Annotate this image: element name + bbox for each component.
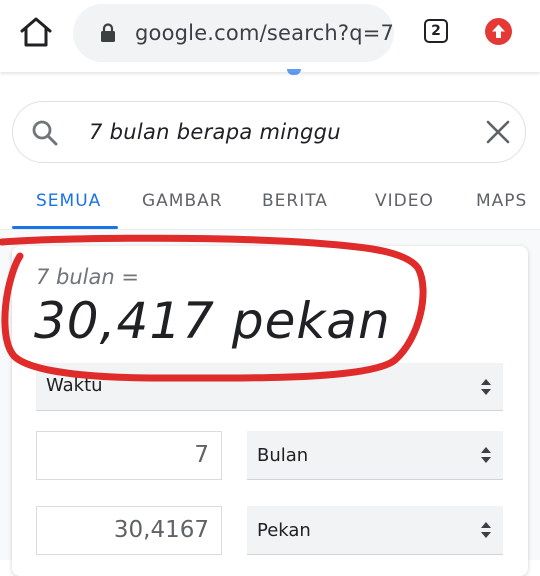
lock-icon [101,23,115,42]
updown-chevron-icon [481,379,491,395]
updown-chevron-icon [481,447,491,463]
search-input[interactable]: 7 bulan berapa minggu [89,120,341,144]
from-unit-select[interactable]: Bulan [247,431,503,480]
from-unit-label: Bulan [257,445,309,466]
address-bar[interactable]: google.com/search?q=7+ [73,4,394,62]
to-value[interactable]: 30,4167 [114,517,209,543]
update-arrow-icon[interactable] [485,18,512,45]
to-value-input[interactable]: 30,4167 [36,506,222,555]
browser-toolbar: google.com/search?q=7+ 2 [0,0,540,72]
home-icon[interactable] [18,14,54,50]
search-icon[interactable] [31,119,59,147]
tab-maps[interactable]: MAPS [476,191,527,211]
clear-icon[interactable] [485,119,511,145]
from-value-input[interactable]: 7 [36,431,222,480]
from-value[interactable]: 7 [194,442,209,468]
tab-gambar[interactable]: GAMBAR [142,191,223,211]
red-circle-annotation [0,234,427,382]
tab-semua[interactable]: SEMUA [36,191,101,211]
tab-video[interactable]: VIDEO [375,191,434,211]
updown-chevron-icon [481,522,491,538]
url-text[interactable]: google.com/search?q=7+ [135,21,394,45]
tab-berita[interactable]: BERITA [262,191,328,211]
to-unit-label: Pekan [257,520,311,541]
page-load-indicator [287,69,301,75]
tab-switcher-icon[interactable]: 2 [424,19,448,43]
search-box[interactable]: 7 bulan berapa minggu [12,101,526,163]
to-unit-select[interactable]: Pekan [247,506,503,555]
